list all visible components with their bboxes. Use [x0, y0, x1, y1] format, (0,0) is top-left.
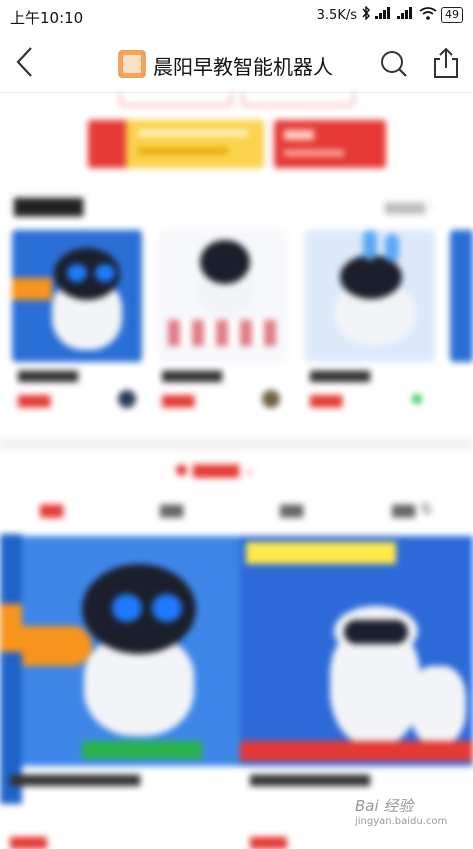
nav-bar: 晨阳早教智能机器人 [0, 34, 473, 93]
product-card-3 [305, 230, 435, 362]
product-label-3: ▆▆▆▆▆▆ [310, 368, 370, 383]
chevron-left-icon [16, 47, 32, 77]
section-title: ▇▇▇▇▇ [14, 196, 84, 217]
battery-indicator: 49 [441, 7, 463, 23]
product-card-2 [158, 230, 288, 362]
search-button[interactable] [378, 48, 410, 80]
featured-product-price-2: ▆▆▆ [250, 832, 287, 849]
share-icon [434, 47, 458, 78]
signal-icon [375, 7, 393, 23]
sort-tab: ▆▆ [40, 500, 64, 518]
product-price-2: ▆▆▆ [162, 392, 195, 408]
wifi-icon [419, 6, 437, 24]
product-price: ▆▆▆ [18, 392, 51, 408]
seller-avatar-2 [262, 390, 280, 408]
sort-tab-4: ▆▆ ⇅ [392, 500, 433, 518]
status-bar: 上午10:10 3.5K/s 49 [0, 0, 473, 34]
sort-tab-3: ▆▆ [280, 500, 304, 518]
store-tab-outline [120, 92, 232, 106]
baidu-jingyan-watermark: Bai 经验 jingyan.baidu.com [355, 795, 447, 827]
product-card-4 [450, 230, 473, 362]
featured-product-2 [240, 536, 473, 766]
featured-product-title: ▆▆▆▆▆▆▆▆▆▆▆▆▆ [10, 772, 140, 787]
featured-product [22, 536, 254, 766]
seller-avatar [118, 390, 136, 408]
back-button[interactable] [10, 42, 46, 82]
left-promo-strip [0, 534, 22, 804]
blurred-shop-content: ▇▇▇▇▇ ▆▆▆▆ › ▆▆▆▆▆▆ ▆▆▆▆▆▆ ▆▆▆▆▆▆ ▆▆▆ ▆▆… [0, 92, 473, 849]
network-speed: 3.5K/s [316, 7, 357, 23]
coupon-card [88, 120, 264, 168]
section-divider [0, 438, 473, 450]
bluetooth-icon [361, 5, 371, 24]
sort-tab-2: ▆▆ [160, 500, 184, 518]
product-card [12, 230, 142, 362]
featured-product-title-2: ▆▆▆▆▆▆▆▆▆▆▆▆ [250, 772, 370, 787]
product-label-2: ▆▆▆▆▆▆ [162, 368, 222, 383]
share-button[interactable] [429, 46, 463, 80]
shop-logo [118, 50, 146, 78]
shop-title: 晨阳早教智能机器人 [153, 55, 333, 79]
featured-product-price: ▆▆▆ [10, 832, 47, 849]
coupon-card-2 [274, 120, 386, 168]
product-label: ▆▆▆▆▆▆ [18, 368, 78, 383]
search-icon [381, 51, 407, 77]
product-price-3: ▆▆▆ [310, 392, 343, 408]
watermark-text: Bai 经验 [355, 797, 414, 815]
signal-icon-2 [397, 7, 415, 23]
seller-avatar-3 [412, 394, 422, 404]
watermark-subtext: jingyan.baidu.com [355, 816, 448, 827]
section-more-link: ▆▆▆▆ › [385, 200, 435, 215]
status-time: 上午10:10 [10, 9, 84, 27]
store-tab-outline-2 [242, 92, 354, 106]
all-products-header: ● ▆▆▆▆ ⌄ [175, 460, 257, 478]
status-indicators: 3.5K/s 49 [316, 5, 463, 24]
